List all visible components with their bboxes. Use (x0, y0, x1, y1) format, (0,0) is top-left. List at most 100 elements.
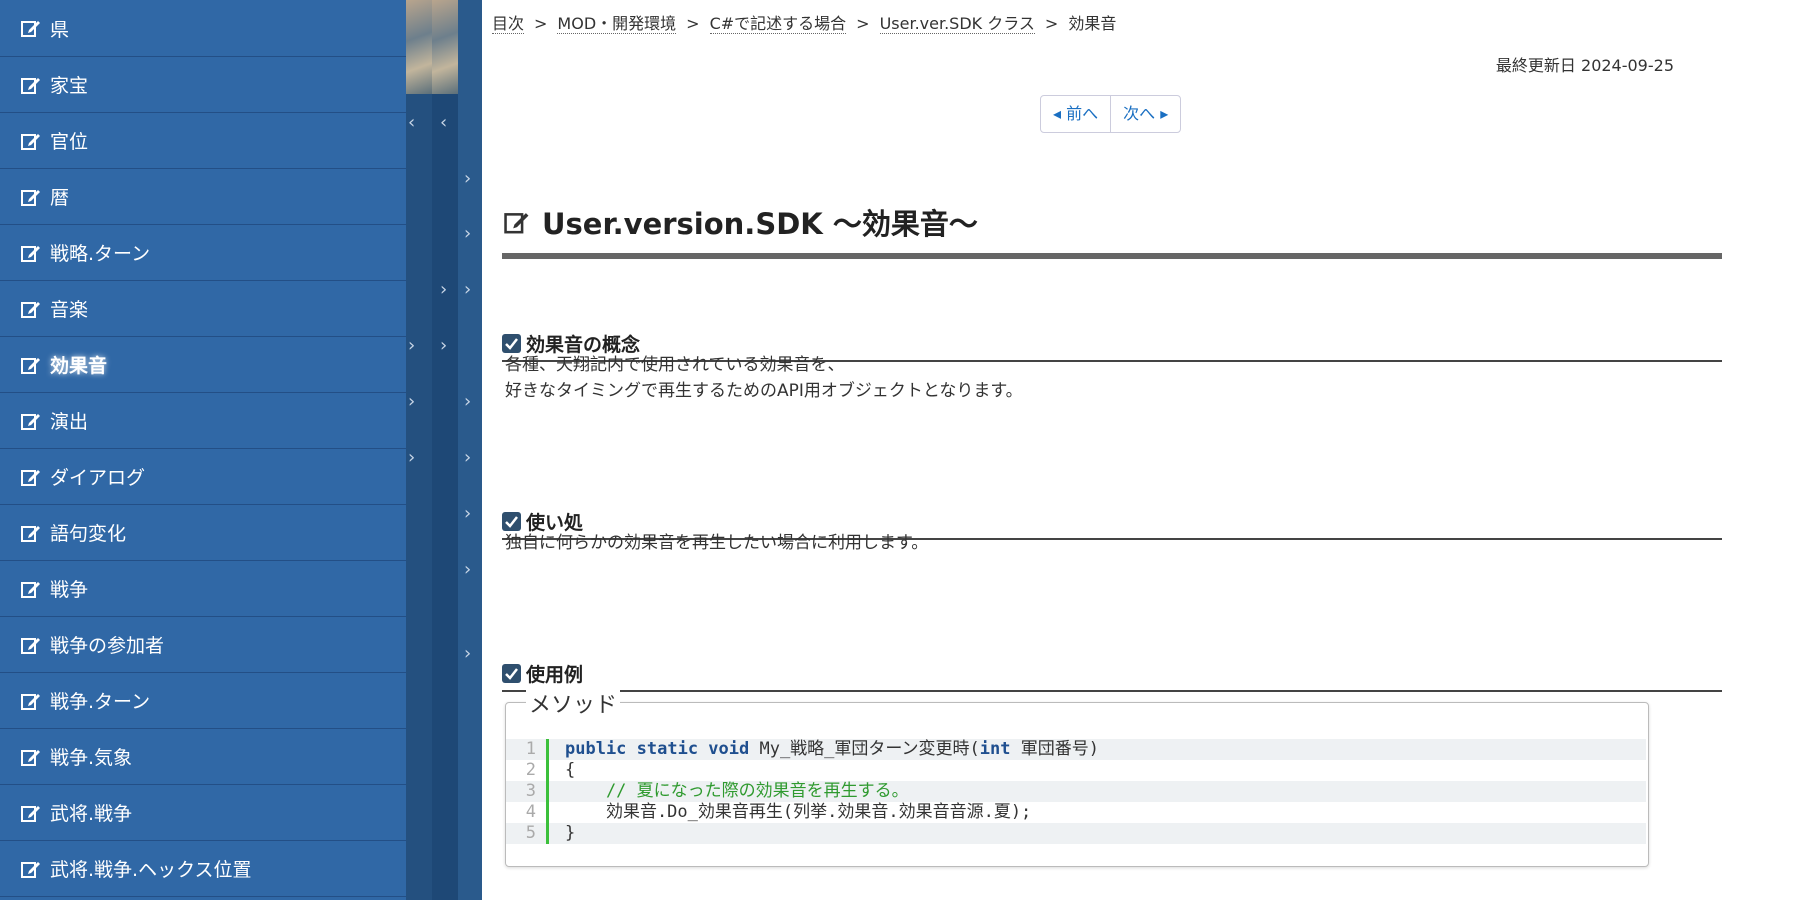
edit-icon (21, 413, 40, 430)
sidebar-item-label: 県 (50, 18, 70, 41)
section-text: 各種、天翔記内で使用されている効果音を、 好きなタイミングで再生するためのAPI… (505, 352, 1023, 404)
code-keyword: public static void (565, 739, 750, 759)
breadcrumb-link[interactable]: 目次 (492, 14, 525, 34)
code-keyword: int (979, 739, 1011, 759)
code-comment: // 夏になった際の効果音を再生する。 (565, 781, 909, 801)
edit-icon (21, 581, 40, 598)
nav-column-c: › › › › › › › › (458, 0, 482, 900)
chevron-right-icon[interactable]: › (408, 447, 415, 468)
chevron-right-icon[interactable]: › (464, 503, 471, 524)
line-number: 1 (506, 739, 549, 760)
sidebar-item[interactable]: 戦争.気象 (0, 729, 406, 785)
sidebar-item[interactable]: 武将.戦争.ヘックス位置 (0, 841, 406, 897)
code-fieldset: メソッド 1 public static void My_戦略_軍団ターン変更時(… (505, 687, 1649, 867)
sidebar-item-label: 効果音 (50, 355, 108, 377)
sidebar-item-active[interactable]: 効果音 (0, 337, 406, 393)
section-text: 独自に何らかの効果音を再生したい場合に利用します。 (505, 530, 928, 556)
chevron-right-icon[interactable]: › (464, 447, 471, 468)
chevron-left-icon[interactable]: ‹ (440, 112, 447, 133)
sidebar-item-label: 武将.戦争 (50, 803, 133, 825)
checkbox-icon (502, 511, 521, 531)
edit-icon (21, 301, 40, 318)
breadcrumb-separator: > (1044, 14, 1059, 33)
sidebar-item-label: 戦争.ターン (50, 691, 151, 713)
sidebar-item-label: 演出 (50, 411, 89, 433)
text-line: 独自に何らかの効果音を再生したい場合に利用します。 (505, 533, 929, 553)
code-line: 3 // 夏になった際の効果音を再生する。 (506, 781, 1646, 802)
line-number: 2 (506, 760, 549, 781)
sidebar-item[interactable]: 戦争の参加者 (0, 617, 406, 673)
pager: ◂ 前へ 次へ ▸ (1040, 95, 1182, 133)
sidebar-item-label: 語句変化 (50, 523, 127, 545)
code-line: 2{ (506, 760, 1646, 781)
chevron-right-icon[interactable]: › (464, 643, 471, 664)
breadcrumb-current: 効果音 (1068, 14, 1117, 33)
chevron-right-icon[interactable]: › (464, 279, 471, 300)
edit-icon (21, 693, 40, 710)
sidebar-item-label: 暦 (50, 187, 70, 209)
main-content: 目次 > MOD・開発環境 > C#で記述する場合 > User.ver.SDK クラス > 効… (482, 0, 1800, 900)
sidebar-item[interactable]: 戦略.ターン (0, 225, 406, 281)
code-text: } (565, 823, 576, 843)
sidebar-item[interactable]: 暦 (0, 169, 406, 225)
edit-icon (21, 805, 40, 822)
code-legend: メソッド (526, 687, 621, 719)
sidebar-item-label: 武将.戦争.ヘックス位置 (50, 859, 252, 881)
code-line: 5} (506, 823, 1646, 844)
sidebar-item[interactable]: 戦争.ターン (0, 673, 406, 729)
code-text: My_戦略_軍団ターン変更時( (749, 739, 980, 759)
edit-icon (504, 213, 529, 234)
sidebar-item[interactable]: 音楽 (0, 281, 406, 337)
nav-column-a: ‹ › › › (406, 0, 432, 900)
chevron-right-icon[interactable]: › (408, 391, 415, 412)
prev-label: 前へ (1066, 104, 1099, 123)
sidebar-item[interactable]: 県 (0, 0, 406, 57)
sidebar-item[interactable]: 語句変化 (0, 505, 406, 561)
edit-icon (21, 245, 40, 262)
sidebar-item[interactable]: 武将.戦争 (0, 785, 406, 841)
sidebar-item[interactable]: 官位 (0, 113, 406, 169)
page-title-text: User.version.SDK ～効果音～ (542, 207, 978, 242)
section-heading-text: 使用例 (526, 663, 584, 686)
chevron-right-icon[interactable]: › (464, 391, 471, 412)
sidebar-menu: 県 家宝 官位 暦 戦略.ターン 音楽 効果音 演出 ダイアログ 語句変化 戦争… (0, 0, 406, 900)
sidebar-item-label: 家宝 (50, 75, 89, 97)
sidebar-item[interactable]: ダイアログ (0, 449, 406, 505)
text-line: 好きなタイミングで再生するためのAPI用オブジェクトとなります。 (505, 381, 1023, 401)
edit-icon (21, 469, 40, 486)
edit-icon (21, 861, 40, 878)
thumbnail-image (432, 0, 458, 94)
prev-button[interactable]: ◂ 前へ (1041, 96, 1112, 132)
thumbnail-image (406, 0, 432, 94)
caret-left-icon: ◂ (1053, 104, 1067, 123)
line-number: 5 (506, 823, 549, 844)
code-block: 1 public static void My_戦略_軍団ターン変更時(int 軍… (506, 739, 1646, 844)
breadcrumb-separator: > (686, 14, 700, 33)
breadcrumb-link[interactable]: User.ver.SDK クラス (879, 14, 1035, 34)
sidebar-item[interactable]: 演出 (0, 393, 406, 449)
breadcrumb-link[interactable]: C#で記述する場合 (709, 14, 847, 34)
edit-icon (21, 357, 40, 374)
sidebar-item[interactable]: 戦争 (0, 561, 406, 617)
next-button[interactable]: 次へ ▸ (1111, 96, 1180, 132)
chevron-right-icon[interactable]: › (440, 335, 447, 356)
chevron-right-icon[interactable]: › (408, 335, 415, 356)
sidebar-item[interactable]: 家宝 (0, 57, 406, 113)
edit-icon (21, 749, 40, 766)
page-title: User.version.SDK ～効果音～ (502, 201, 1722, 260)
chevron-right-icon[interactable]: › (464, 168, 471, 189)
chevron-left-icon[interactable]: ‹ (408, 112, 415, 133)
chevron-right-icon[interactable]: › (464, 223, 471, 244)
sidebar-item-label: 音楽 (50, 299, 89, 321)
sidebar-item-label: 戦争.気象 (50, 747, 133, 769)
chevron-right-icon[interactable]: › (464, 559, 471, 580)
caret-right-icon: ▸ (1155, 104, 1169, 123)
sidebar-item-label: 官位 (50, 131, 89, 153)
edit-icon (21, 133, 40, 150)
code-line: 4 効果音.Do_効果音再生(列挙.効果音.効果音音源.夏); (506, 802, 1646, 823)
line-number: 3 (506, 781, 549, 802)
edit-icon (21, 21, 40, 37)
breadcrumb-separator: > (856, 14, 870, 33)
chevron-right-icon[interactable]: › (440, 279, 447, 300)
breadcrumb-link[interactable]: MOD・開発環境 (557, 14, 677, 34)
